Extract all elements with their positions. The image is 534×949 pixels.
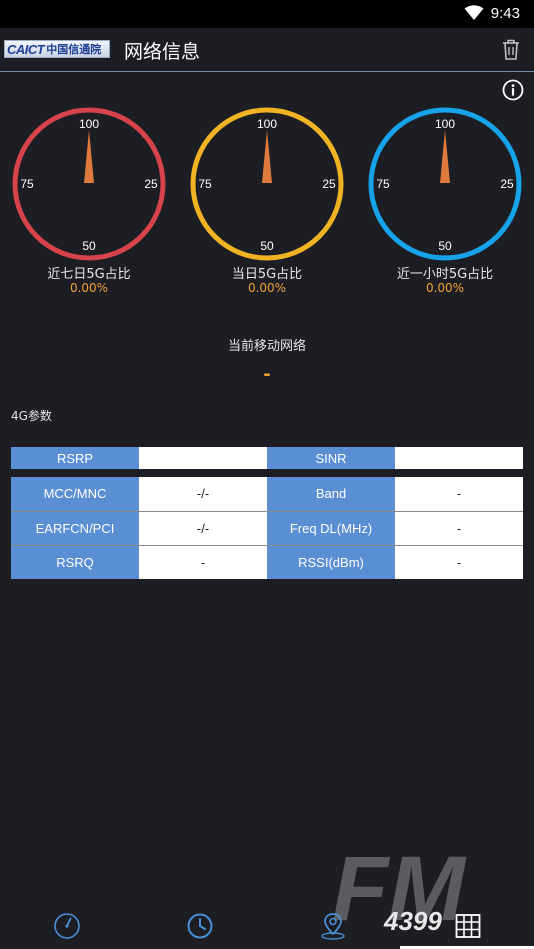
gauge-tick-25: 25 — [144, 177, 158, 191]
gauge-tick-100: 100 — [435, 117, 455, 131]
gauge-tick-75: 75 — [198, 177, 212, 191]
params-detail-table: MCC/MNC -/- Band - EARFCN/PCI -/- Freq D… — [11, 477, 523, 579]
gauge-hour-label: 近一小时5G占比 — [396, 267, 494, 282]
speedometer-icon[interactable] — [53, 912, 81, 940]
params-top-table: RSRP SINR — [11, 447, 523, 469]
gauge-hour: 100 75 25 50 — [367, 106, 523, 262]
section-title-4g: 4G参数 — [11, 409, 52, 423]
gauge-7day-value: 0.00% — [69, 281, 109, 295]
page-title: 网络信息 — [124, 41, 201, 63]
info-icon[interactable] — [502, 79, 524, 101]
grid-table-icon[interactable] — [454, 912, 482, 940]
current-network-value: - — [263, 364, 271, 385]
table-row: RSRP SINR — [11, 447, 523, 469]
status-bar: 9:43 — [0, 0, 534, 28]
freq-dl-value: - — [395, 511, 523, 546]
gauge-7day: 100 75 25 50 — [11, 106, 167, 262]
rssi-label: RSSI(dBm) — [267, 545, 395, 579]
table-row: MCC/MNC -/- Band - — [11, 477, 523, 512]
gauge-tick-75: 75 — [20, 177, 34, 191]
gauge-tick-50: 50 — [438, 239, 452, 253]
earfcn-pci-value: -/- — [139, 511, 267, 546]
rssi-value: - — [395, 545, 523, 579]
gauge-today-value: 0.00% — [247, 281, 287, 295]
current-network-title: 当前移动网络 — [227, 339, 306, 354]
gauge-tick-25: 25 — [322, 177, 336, 191]
gauge-needle — [262, 130, 272, 183]
gauge-needle — [440, 130, 450, 183]
rsrq-label: RSRQ — [11, 545, 139, 579]
gauge-tick-100: 100 — [257, 117, 277, 131]
freq-dl-label: Freq DL(MHz) — [267, 511, 395, 546]
rsrp-label: RSRP — [11, 447, 139, 469]
map-pin-icon[interactable] — [319, 912, 347, 940]
gauge-tick-25: 25 — [500, 177, 514, 191]
wifi-icon — [464, 5, 484, 20]
gauge-tick-50: 50 — [260, 239, 274, 253]
status-time: 9:43 — [490, 5, 520, 22]
table-row: RSRQ - RSSI(dBm) - — [11, 545, 523, 579]
rsrp-value — [139, 447, 267, 469]
mcc-mnc-label: MCC/MNC — [11, 477, 139, 512]
mcc-mnc-value: -/- — [139, 477, 267, 512]
gauge-7day-label: 近七日5G占比 — [47, 267, 131, 282]
sinr-label: SINR — [267, 447, 395, 469]
gauge-today: 100 75 25 50 — [189, 106, 345, 262]
gauge-today-label: 当日5G占比 — [231, 267, 303, 282]
gauge-tick-100: 100 — [79, 117, 99, 131]
gauge-tick-50: 50 — [82, 239, 96, 253]
gauge-tick-75: 75 — [376, 177, 390, 191]
gauge-needle — [84, 130, 94, 183]
svg-text:4399: 4399 — [383, 906, 442, 936]
band-label: Band — [267, 477, 395, 512]
earfcn-pci-label: EARFCN/PCI — [11, 511, 139, 546]
gauge-hour-value: 0.00% — [425, 281, 465, 295]
caict-logo: CAICT 中国信通院 — [4, 40, 110, 58]
delete-trash-icon[interactable] — [500, 38, 522, 62]
table-row: EARFCN/PCI -/- Freq DL(MHz) - — [11, 511, 523, 546]
rsrq-value: - — [139, 545, 267, 579]
sinr-value — [395, 447, 523, 469]
app-bar: CAICT 中国信通院 网络信息 — [0, 28, 534, 72]
band-value: - — [395, 477, 523, 512]
clock-icon[interactable] — [186, 912, 214, 940]
